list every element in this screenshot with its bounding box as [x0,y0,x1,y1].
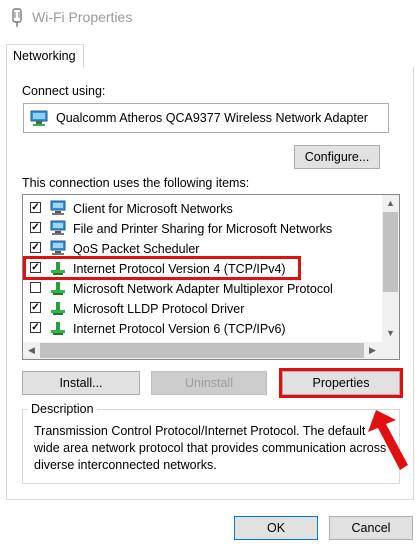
connect-using-label: Connect using: [22,84,106,98]
list-item-label: Client for Microsoft Networks [73,202,233,216]
configure-button[interactable]: Configure... [294,145,380,169]
install-button[interactable]: Install... [22,371,140,395]
ok-button[interactable]: OK [234,516,318,540]
description-text: Transmission Control Protocol/Internet P… [34,424,387,472]
list-item-multiplexor[interactable]: Microsoft Network Adapter Multiplexor Pr… [27,280,377,298]
ipv4-highlight-box [23,256,301,280]
checkbox-ipv6[interactable]: ✓ [30,322,41,333]
list-item-file-sharing[interactable]: ✓ File and Printer Sharing for Microsoft… [27,220,377,238]
list-item-ipv6[interactable]: ✓ Internet Protocol Version 6 (TCP/IPv6) [27,320,377,338]
properties-highlight-box [279,368,403,398]
checkbox-client[interactable]: ✓ [30,202,41,213]
network-client-icon [50,200,66,215]
checkbox-qos[interactable]: ✓ [30,242,41,253]
protocol-icon [51,302,65,315]
red-arrow-icon [368,410,408,470]
items-label: This connection uses the following items… [22,176,250,190]
wifi-adapter-icon [12,8,22,27]
file-printer-sharing-icon [50,220,66,235]
qos-scheduler-icon [50,240,66,255]
uninstall-button[interactable]: Uninstall [151,371,267,395]
description-title: Description [28,402,97,416]
checkbox-multiplexor[interactable] [30,282,41,293]
list-item-client[interactable]: ✓ Client for Microsoft Networks [27,200,377,218]
scroll-up-icon[interactable]: ▲ [382,195,399,212]
protocol-icon [51,322,65,335]
network-adapter-icon [30,110,48,126]
scroll-right-icon[interactable]: ▶ [364,342,381,359]
list-item-label: File and Printer Sharing for Microsoft N… [73,222,333,236]
horizontal-scrollbar[interactable]: ◀ ▶ [23,342,399,359]
checkbox-lldp[interactable]: ✓ [30,302,41,313]
vertical-scrollbar[interactable]: ▲ ▼ [382,195,399,342]
cancel-button[interactable]: Cancel [329,516,413,540]
vertical-scroll-thumb[interactable] [383,212,398,292]
adapter-name: Qualcomm Atheros QCA9377 Wireless Networ… [56,111,368,125]
list-item-label: QoS Packet Scheduler [73,242,200,256]
horizontal-scroll-thumb[interactable] [40,343,364,358]
protocol-icon [51,282,65,295]
window-title: Wi-Fi Properties [32,9,133,25]
list-item-label: Internet Protocol Version 6 (TCP/IPv6) [73,322,286,336]
scroll-down-icon[interactable]: ▼ [382,325,399,342]
list-item-label: Microsoft LLDP Protocol Driver [73,302,245,316]
checkbox-file-sharing[interactable]: ✓ [30,222,41,233]
list-item-label: Microsoft Network Adapter Multiplexor Pr… [73,282,333,296]
scroll-left-icon[interactable]: ◀ [23,342,40,359]
tab-networking[interactable]: Networking [6,44,84,68]
list-item-lldp[interactable]: ✓ Microsoft LLDP Protocol Driver [27,300,377,318]
